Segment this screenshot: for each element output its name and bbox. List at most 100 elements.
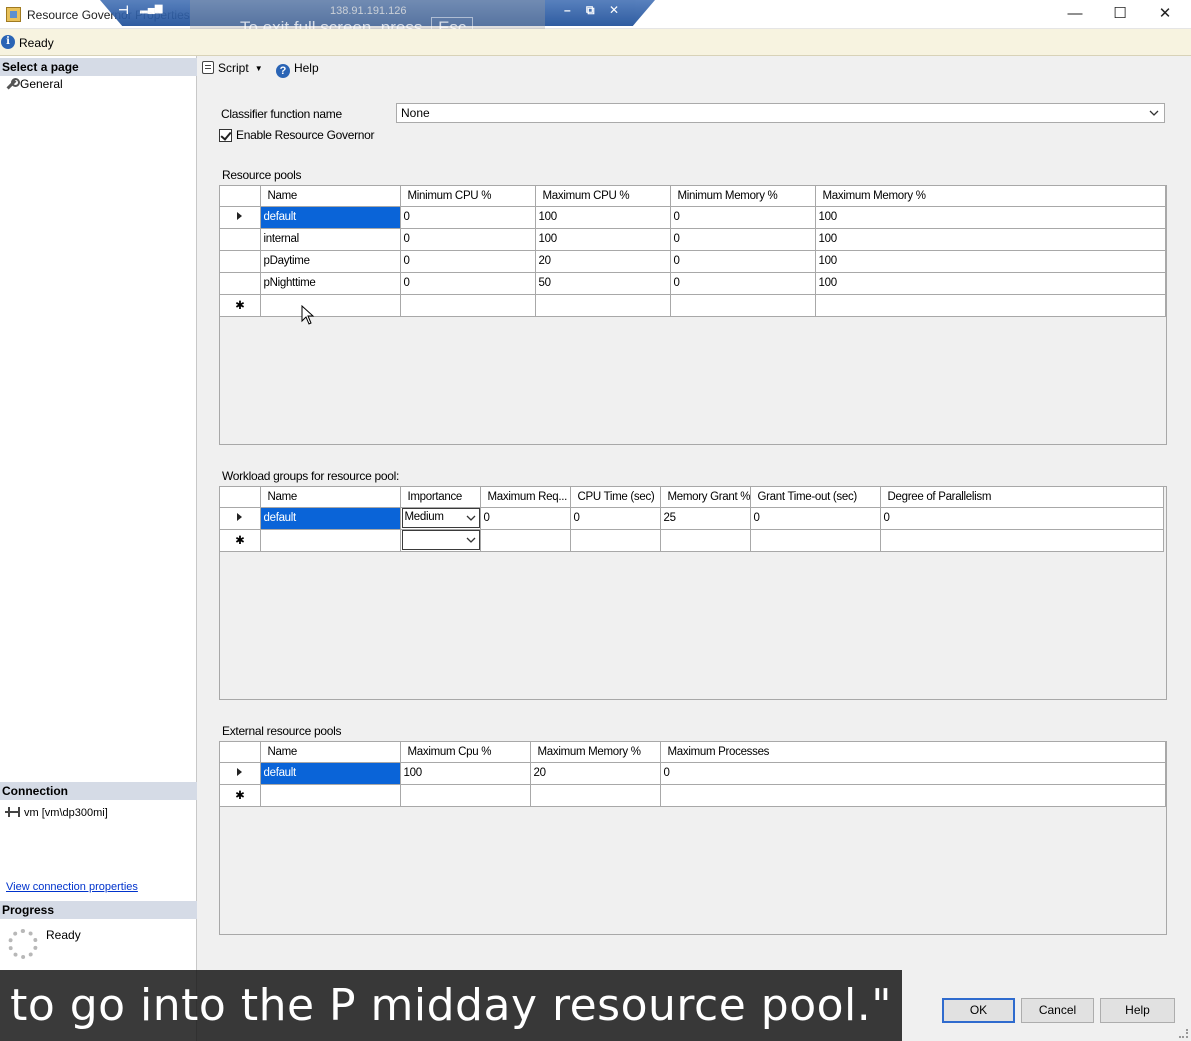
column-header[interactable]: Maximum Memory % — [814, 186, 1166, 207]
column-header[interactable]: Degree of Parallelism — [879, 487, 1164, 508]
importance-select[interactable]: Medium — [401, 508, 479, 528]
new-row[interactable]: ✱ — [220, 293, 1166, 317]
table-cell[interactable]: 100 — [814, 227, 1166, 251]
table-cell[interactable]: 25 — [659, 506, 751, 530]
resize-grip[interactable] — [1179, 1029, 1188, 1038]
table-cell[interactable] — [259, 293, 401, 317]
table-cell[interactable] — [659, 528, 751, 552]
table-cell[interactable] — [659, 783, 1166, 807]
page-item-general[interactable]: General — [5, 77, 63, 91]
column-header[interactable]: Name — [259, 186, 401, 207]
column-header[interactable]: Importance — [399, 487, 481, 508]
enable-governor-checkbox[interactable]: Enable Resource Governor — [219, 128, 375, 142]
table-cell[interactable]: 20 — [534, 249, 671, 273]
maximize-button[interactable]: ☐ — [1097, 0, 1143, 29]
table-cell[interactable]: pDaytime — [259, 249, 401, 273]
table-cell[interactable]: 100 — [814, 249, 1166, 273]
workload-groups-grid[interactable]: Name Importance Maximum Req... CPU Time … — [219, 486, 1167, 700]
column-header[interactable]: Minimum Memory % — [669, 186, 816, 207]
row-selector[interactable] — [220, 271, 261, 295]
table-cell[interactable]: 0 — [669, 249, 816, 273]
importance-cell[interactable] — [399, 528, 481, 552]
table-cell[interactable]: 100 — [399, 761, 531, 785]
column-header[interactable]: Maximum Cpu % — [399, 742, 531, 763]
help-button[interactable]: Help — [1100, 998, 1175, 1023]
table-cell[interactable] — [569, 528, 661, 552]
table-row[interactable]: internal 0 100 0 100 — [220, 227, 1166, 251]
chevron-down-icon[interactable]: ▼ — [255, 64, 263, 73]
table-cell[interactable] — [399, 293, 536, 317]
table-cell[interactable]: 100 — [814, 271, 1166, 295]
checkbox-checked[interactable] — [219, 129, 232, 142]
cancel-button[interactable]: Cancel — [1021, 998, 1094, 1023]
column-header[interactable]: Name — [259, 742, 401, 763]
table-row[interactable]: default Medium 0 0 25 0 0 — [220, 506, 1164, 530]
table-cell[interactable]: 0 — [399, 271, 536, 295]
table-cell[interactable] — [749, 528, 881, 552]
ok-button[interactable]: OK — [942, 998, 1015, 1023]
rdp-minimize-icon[interactable]: – — [564, 3, 571, 17]
table-cell[interactable]: 0 — [399, 249, 536, 273]
table-cell[interactable]: internal — [259, 227, 401, 251]
table-cell[interactable] — [259, 783, 401, 807]
table-cell[interactable]: 0 — [669, 205, 816, 229]
view-connection-link[interactable]: View connection properties — [6, 881, 138, 893]
new-row-icon[interactable]: ✱ — [220, 783, 261, 807]
table-cell[interactable]: 50 — [534, 271, 671, 295]
table-row[interactable]: default 100 20 0 — [220, 761, 1166, 785]
table-cell[interactable]: 0 — [749, 506, 881, 530]
close-button[interactable]: ✕ — [1142, 0, 1188, 29]
table-cell[interactable] — [669, 293, 816, 317]
row-selector[interactable] — [220, 205, 261, 229]
table-cell[interactable]: default — [259, 506, 401, 530]
table-cell[interactable] — [259, 528, 401, 552]
new-row-icon[interactable]: ✱ — [220, 528, 261, 552]
table-cell[interactable]: 0 — [479, 506, 571, 530]
table-cell[interactable] — [814, 293, 1166, 317]
table-cell[interactable]: 0 — [669, 271, 816, 295]
new-row[interactable]: ✱ — [220, 783, 1166, 807]
table-cell[interactable] — [534, 293, 671, 317]
classifier-select[interactable]: None — [396, 103, 1165, 123]
rdp-close-icon[interactable]: ✕ — [609, 3, 619, 17]
resource-pools-grid[interactable]: Name Minimum CPU % Maximum CPU % Minimum… — [219, 185, 1167, 445]
new-row-icon[interactable]: ✱ — [220, 293, 261, 317]
column-header[interactable]: Maximum Processes — [659, 742, 1166, 763]
table-row[interactable]: pNighttime 0 50 0 100 — [220, 271, 1166, 295]
help-toolbar-button[interactable]: ? Help — [275, 61, 319, 78]
row-selector[interactable] — [220, 761, 261, 785]
rdp-restore-icon[interactable]: ⧉ — [586, 3, 595, 18]
table-cell[interactable] — [399, 783, 531, 807]
table-cell[interactable]: 100 — [814, 205, 1166, 229]
table-row[interactable]: pDaytime 0 20 0 100 — [220, 249, 1166, 273]
column-header[interactable]: Name — [259, 487, 401, 508]
table-cell[interactable]: 0 — [399, 205, 536, 229]
importance-cell[interactable]: Medium — [399, 506, 481, 530]
table-cell[interactable]: 100 — [534, 205, 671, 229]
table-cell[interactable] — [479, 528, 571, 552]
new-row[interactable]: ✱ — [220, 528, 1164, 552]
table-cell[interactable] — [879, 528, 1164, 552]
column-header[interactable]: Maximum Memory % — [529, 742, 661, 763]
column-header[interactable]: Grant Time-out (sec) — [749, 487, 881, 508]
column-header[interactable]: CPU Time (sec) — [569, 487, 661, 508]
table-cell[interactable] — [529, 783, 661, 807]
table-row[interactable]: default 0 100 0 100 — [220, 205, 1166, 229]
table-cell[interactable]: 0 — [569, 506, 661, 530]
row-selector[interactable] — [220, 506, 261, 530]
table-cell[interactable]: pNighttime — [259, 271, 401, 295]
table-cell[interactable]: 0 — [879, 506, 1164, 530]
table-cell[interactable]: default — [259, 761, 401, 785]
column-header[interactable]: Maximum Req... — [479, 487, 571, 508]
column-header[interactable]: Maximum CPU % — [534, 186, 671, 207]
table-cell[interactable]: 0 — [659, 761, 1166, 785]
table-cell[interactable]: 0 — [399, 227, 536, 251]
script-button[interactable]: Script ▼ — [202, 61, 263, 75]
external-pools-grid[interactable]: Name Maximum Cpu % Maximum Memory % Maxi… — [219, 741, 1167, 935]
importance-select[interactable] — [401, 530, 479, 550]
table-cell[interactable]: 20 — [529, 761, 661, 785]
column-header[interactable]: Minimum CPU % — [399, 186, 536, 207]
row-selector[interactable] — [220, 227, 261, 251]
table-cell[interactable]: default — [259, 205, 401, 229]
minimize-button[interactable]: — — [1052, 0, 1098, 29]
